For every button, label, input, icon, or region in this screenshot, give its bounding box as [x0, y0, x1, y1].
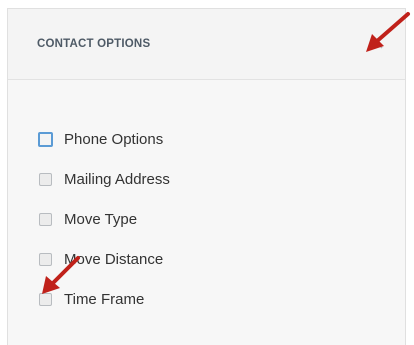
option-label: Phone Options: [64, 130, 164, 148]
option-label: Mailing Address: [64, 170, 170, 188]
checkbox[interactable]: [39, 292, 52, 306]
checkbox[interactable]: [38, 131, 53, 147]
option-time-frame[interactable]: Time Frame: [39, 289, 170, 309]
checkbox[interactable]: [39, 172, 52, 186]
option-label: Move Distance: [64, 250, 164, 268]
option-label: Time Frame: [64, 290, 145, 308]
option-mailing-address[interactable]: Mailing Address: [39, 169, 170, 189]
option-phone-options[interactable]: Phone Options: [38, 129, 170, 149]
option-label: Move Type: [64, 210, 138, 228]
option-move-distance[interactable]: Move Distance: [39, 249, 170, 269]
checkbox[interactable]: [39, 252, 52, 266]
panel-header[interactable]: CONTACT OPTIONS: [8, 9, 405, 80]
chevron-icon[interactable]: [368, 35, 388, 55]
contact-options-panel: CONTACT OPTIONS Phone Options Mailing Ad…: [7, 8, 406, 345]
panel-title: CONTACT OPTIONS: [37, 38, 151, 50]
contact-options-list: Phone Options Mailing Address Move Type …: [38, 129, 170, 329]
checkbox[interactable]: [39, 212, 52, 226]
option-move-type[interactable]: Move Type: [39, 209, 170, 229]
